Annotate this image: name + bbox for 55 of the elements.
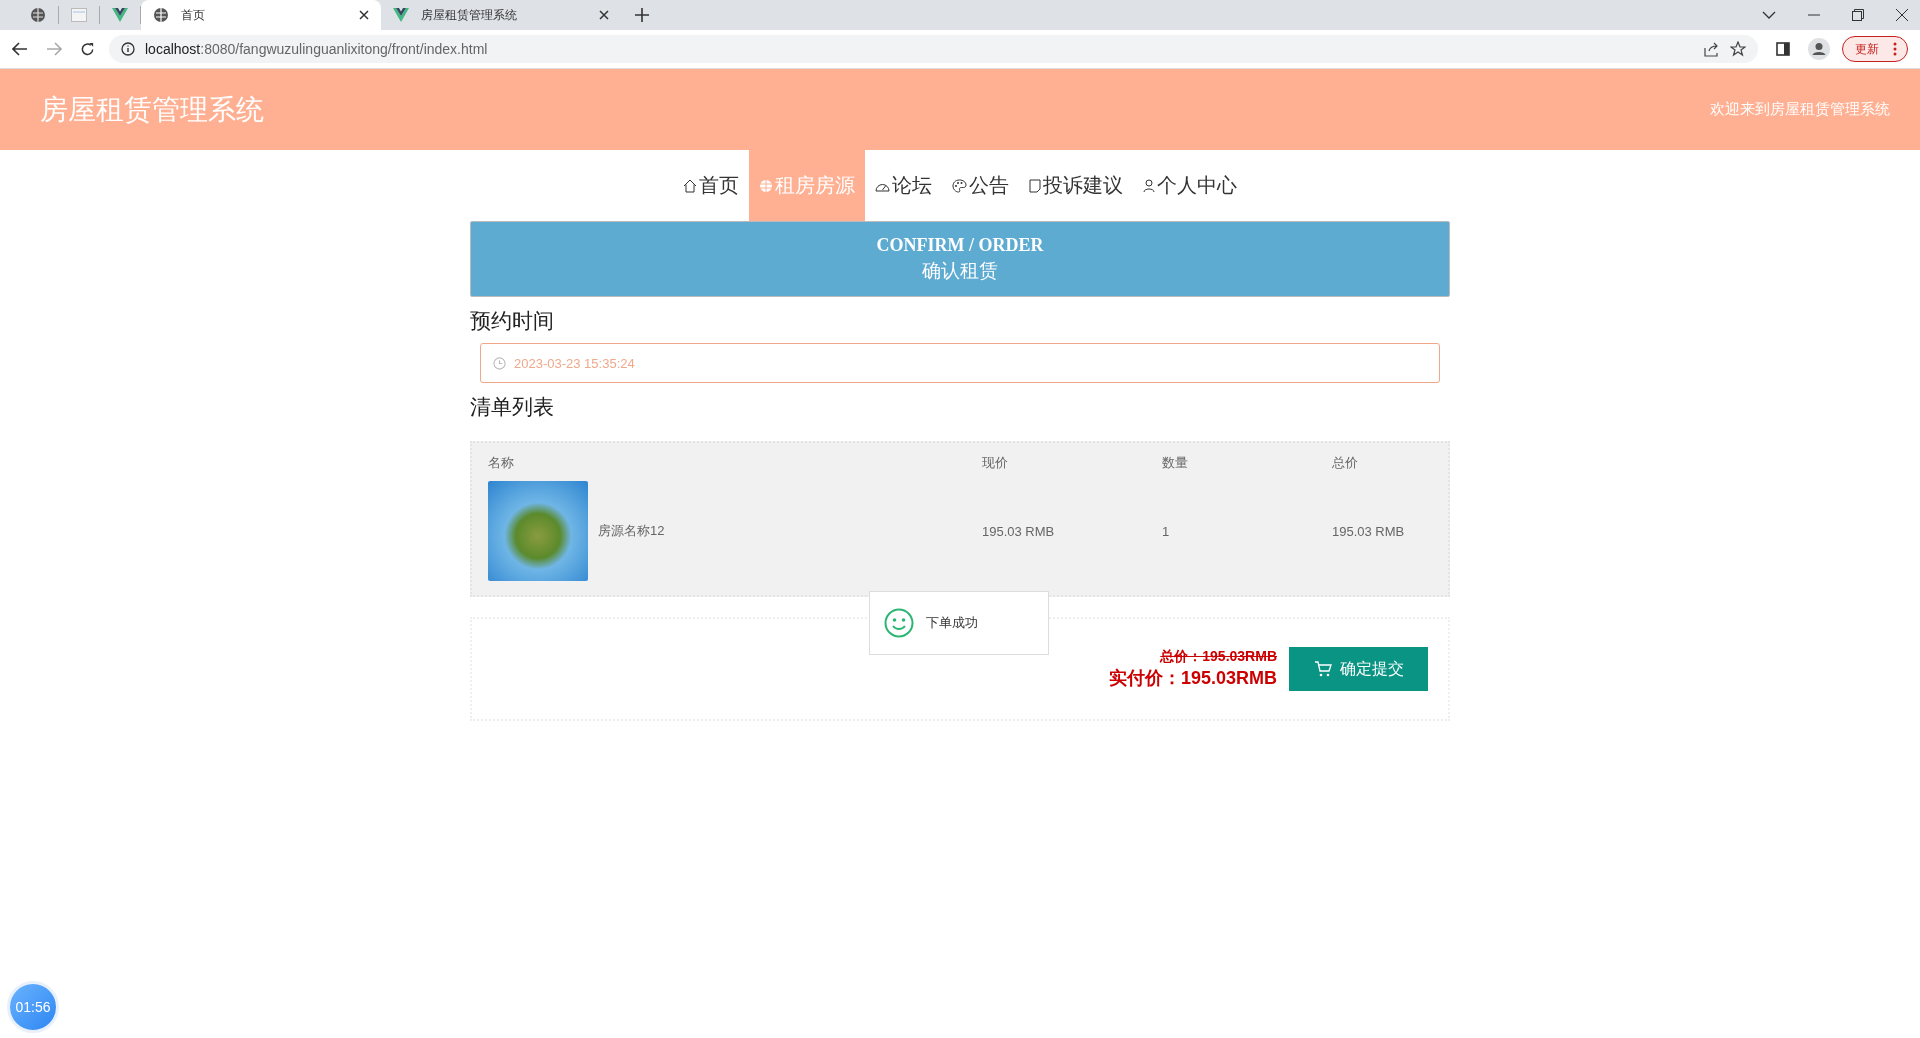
actual-total: 实付价：195.03RMB [1108, 667, 1277, 690]
close-icon[interactable] [599, 10, 609, 20]
home-icon [683, 178, 697, 193]
back-icon[interactable] [12, 42, 28, 56]
globe-icon [759, 178, 773, 193]
nav-item[interactable]: 公告 [942, 150, 1019, 221]
vue-logo-icon [112, 8, 128, 22]
nav-item[interactable]: 个人中心 [1133, 150, 1247, 221]
welcome-text: 欢迎来到房屋租赁管理系统 [1710, 100, 1890, 119]
table-cell-text: 195.03 RMB [1332, 523, 1406, 539]
column-header: 数量 [1162, 454, 1189, 472]
palette-icon [952, 178, 967, 193]
globe-icon [30, 7, 46, 23]
section-title: 清单列表 [470, 394, 555, 420]
smile-icon [884, 608, 914, 638]
column-header: 名称 [488, 454, 515, 472]
nav-item[interactable]: 首页 [673, 150, 749, 221]
banner-title: CONFIRM / ORDER [876, 234, 1044, 256]
user-icon [1143, 178, 1155, 193]
sidebar-icon[interactable] [1776, 42, 1790, 56]
vue-logo-icon [393, 8, 409, 22]
cart-icon [1313, 661, 1332, 677]
timer-badge: 01:56 [7, 981, 59, 1033]
toast-text: 下单成功 [926, 614, 978, 632]
table-cell: 房源名称12 [598, 522, 665, 540]
update-button[interactable]: 更新 [1842, 36, 1908, 62]
star-icon[interactable] [1730, 41, 1746, 57]
new-tab-icon[interactable] [635, 8, 649, 22]
close-icon[interactable] [359, 10, 369, 20]
submit-button[interactable]: 确定提交 [1289, 647, 1428, 691]
globe-icon [153, 7, 169, 23]
original-total: 总价：195.03RMB [1160, 648, 1277, 666]
profile-icon[interactable] [1808, 38, 1830, 60]
table-cell-text: 1 [1162, 523, 1171, 539]
restore-icon[interactable] [1852, 9, 1864, 21]
column-header: 现价 [982, 454, 1009, 472]
close-icon[interactable] [1896, 9, 1908, 21]
chevron-down-icon[interactable] [1762, 11, 1776, 19]
more-icon [1893, 42, 1897, 56]
nav-item[interactable]: 投诉建议 [1019, 150, 1133, 221]
info-icon [121, 42, 135, 56]
column-header: 总价 [1332, 454, 1359, 472]
browser-tab[interactable]: 首页 [141, 0, 381, 30]
note-icon [1029, 178, 1041, 193]
share-icon[interactable] [1704, 41, 1720, 57]
address-field[interactable]: localhost:8080/fangwuzulinguanlixitong/front/index.html [109, 35, 1758, 63]
section-title: 预约时间 [470, 308, 555, 334]
nav-item[interactable]: 论坛 [865, 150, 942, 221]
page-icon [71, 8, 87, 22]
browser-tab[interactable]: 房屋租赁管理系统 [381, 0, 621, 30]
banner-subtitle: 确认租赁 [922, 258, 998, 283]
clock-icon [493, 356, 506, 370]
table-cell-text: 195.03 RMB [982, 523, 1056, 539]
reload-icon[interactable] [80, 41, 95, 57]
site-title: 房屋租赁管理系统 [40, 92, 264, 127]
